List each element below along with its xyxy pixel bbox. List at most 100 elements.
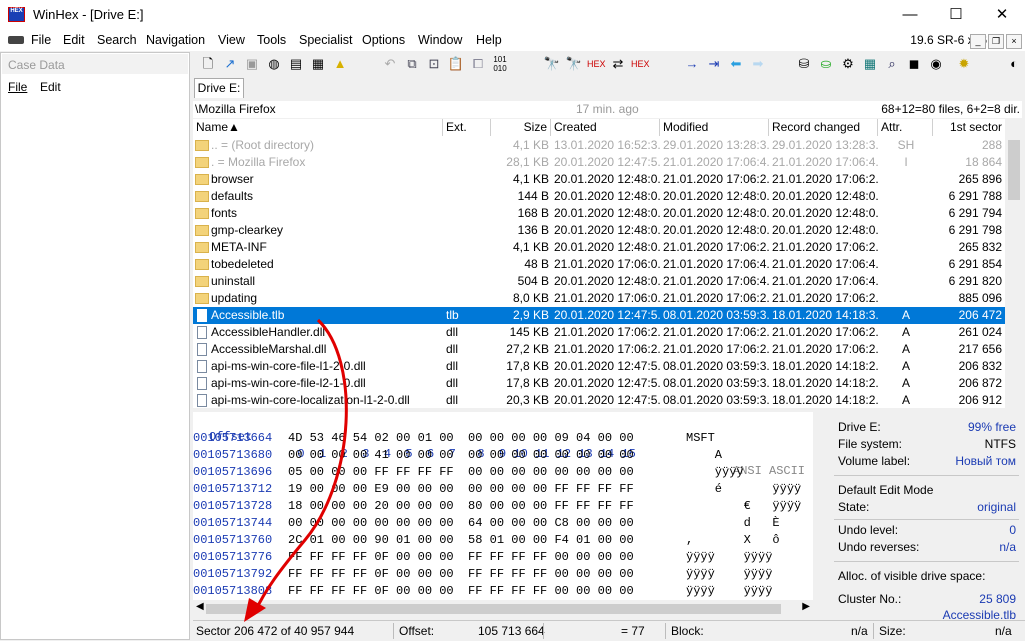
mdi-restore-button[interactable]: ❐ bbox=[988, 34, 1004, 49]
hex-ansi[interactable]: ÿÿÿÿ ÿÿÿÿ bbox=[686, 583, 772, 600]
file-row[interactable]: updating 8,0 KB 21.01.2020 17:06:0... 21.01… bbox=[193, 290, 1005, 307]
col-name[interactable]: Name▲ bbox=[193, 119, 443, 136]
paste-special-icon[interactable]: ⧠ bbox=[469, 55, 487, 73]
file-row[interactable]: api-ms-win-core-localization-l1-2-0.dll d… bbox=[193, 392, 1005, 408]
menu-edit[interactable]: Edit bbox=[63, 33, 85, 47]
scroll-left-icon[interactable]: ◀ bbox=[196, 601, 204, 612]
close-button[interactable]: ✕ bbox=[979, 0, 1025, 30]
file-row[interactable]: api-ms-win-core-file-l2-1-0.dll dll 17,8 K… bbox=[193, 375, 1005, 392]
hex-bytes[interactable]: 4D 53 46 54 02 00 01 00 00 00 00 00 09 0… bbox=[288, 430, 634, 447]
menu-navigation[interactable]: Navigation bbox=[146, 33, 205, 47]
hex-vertical-scrollbar[interactable] bbox=[814, 412, 828, 600]
copy-icon[interactable]: ⧉ bbox=[403, 55, 421, 73]
hex-ansi[interactable]: ÿÿÿÿ ÿÿÿÿ bbox=[686, 566, 772, 583]
mdi-close-button[interactable]: × bbox=[1006, 34, 1022, 49]
file-row[interactable]: defaults 144 B 20.01.2020 12:48:0... 20.01.… bbox=[193, 188, 1005, 205]
replace-hex-2-icon[interactable]: HEX bbox=[631, 55, 650, 73]
calculator-icon[interactable]: ▦ bbox=[861, 55, 879, 73]
save-icon[interactable]: ▣ bbox=[243, 55, 261, 73]
col-size[interactable]: Size bbox=[491, 119, 551, 136]
file-list-scroll-thumb[interactable] bbox=[1008, 140, 1020, 200]
file-row[interactable]: META-INF 4,1 KB 20.01.2020 12:48:0... 21.01… bbox=[193, 239, 1005, 256]
search-disk-icon[interactable]: ⌕ bbox=[883, 55, 901, 73]
file-row[interactable]: .. = (Root directory) 4,1 KB 13.01.2020 16… bbox=[193, 137, 1005, 154]
case-menu-edit[interactable]: Edit bbox=[40, 80, 61, 94]
binary-icon[interactable]: 101 010 bbox=[491, 55, 509, 73]
col-record-changed[interactable]: Record changed bbox=[769, 119, 878, 136]
settings-icon[interactable]: ◉ bbox=[927, 55, 945, 73]
mdi-minimize-button[interactable]: _ bbox=[970, 34, 986, 49]
file-row[interactable]: uninstall 504 B 20.01.2020 12:48:0... 21.01… bbox=[193, 273, 1005, 290]
undo-icon[interactable]: ↶ bbox=[381, 55, 399, 73]
hex-ansi[interactable]: ÿÿÿÿ ÿÿÿÿ bbox=[686, 549, 772, 566]
file-row[interactable]: fonts 168 B 20.01.2020 12:48:0... 20.01.202… bbox=[193, 205, 1005, 222]
hex-bytes[interactable]: FF FF FF FF 0F 00 00 00 FF FF FF FF 00 0… bbox=[288, 583, 634, 600]
menu-help[interactable]: Help bbox=[476, 33, 502, 47]
scroll-right-icon[interactable]: ▶ bbox=[802, 601, 810, 612]
status-block-value[interactable]: n/a bbox=[851, 624, 868, 638]
hex-ansi[interactable]: d È bbox=[686, 515, 780, 532]
goto-sector-icon[interactable]: ⇥ bbox=[705, 55, 723, 73]
file-row[interactable]: AccessibleMarshal.dll dll 27,2 KB 21.01.202… bbox=[193, 341, 1005, 358]
hex-bytes[interactable]: 05 00 00 00 FF FF FF FF 00 00 00 00 00 0… bbox=[288, 464, 634, 481]
hex-ansi[interactable]: é ÿÿÿÿ bbox=[686, 481, 801, 498]
open-icon[interactable]: ↗ bbox=[221, 55, 239, 73]
new-file-icon[interactable]: 🗋 bbox=[199, 55, 217, 73]
hex-bytes[interactable]: 2C 01 00 00 90 01 00 00 58 01 00 00 F4 0… bbox=[288, 532, 634, 549]
export-icon[interactable]: ▲ bbox=[331, 55, 349, 73]
file-row[interactable]: AccessibleHandler.dll dll 145 KB 21.01.2020… bbox=[193, 324, 1005, 341]
disk-icon[interactable]: ⛁ bbox=[795, 55, 813, 73]
file-row[interactable]: api-ms-win-core-file-l1-2-0.dll dll 17,8 K… bbox=[193, 358, 1005, 375]
find-icon[interactable]: 🔭 bbox=[543, 55, 561, 73]
hex-ansi[interactable]: MSFT bbox=[686, 430, 715, 447]
minimize-button[interactable]: — bbox=[887, 0, 933, 30]
gear-icon[interactable]: ✹ bbox=[955, 55, 973, 73]
maximize-button[interactable]: ☐ bbox=[933, 0, 979, 30]
help-icon[interactable]: ◐ bbox=[1005, 55, 1023, 73]
menu-window[interactable]: Window bbox=[418, 33, 462, 47]
file-row[interactable]: Accessible.tlb tlb 2,9 KB 20.01.2020 12:47:… bbox=[193, 307, 1005, 324]
open-disk-icon[interactable]: ⛀ bbox=[817, 55, 835, 73]
print-icon[interactable]: ▤ bbox=[287, 55, 305, 73]
col-first-sector[interactable]: 1st sector bbox=[933, 119, 1005, 136]
replace-icon[interactable]: ⇄ bbox=[609, 55, 627, 73]
hex-ansi[interactable]: , X ô bbox=[686, 532, 780, 549]
hex-bytes[interactable]: 19 00 00 00 E9 00 00 00 00 00 00 00 FF F… bbox=[288, 481, 634, 498]
camera-icon[interactable]: ◼ bbox=[905, 55, 923, 73]
status-byte-value[interactable]: = 77 bbox=[621, 624, 645, 638]
case-menu-file[interactable]: File bbox=[8, 80, 27, 94]
menu-search[interactable]: Search bbox=[97, 33, 137, 47]
hex-ansi[interactable]: A bbox=[686, 447, 722, 464]
menu-specialist[interactable]: Specialist bbox=[299, 33, 353, 47]
save-all-icon[interactable]: ◍ bbox=[265, 55, 283, 73]
hex-ansi[interactable]: ÿÿÿÿ bbox=[686, 464, 744, 481]
goto-offset-icon[interactable]: → bbox=[683, 55, 701, 73]
menu-options[interactable]: Options bbox=[362, 33, 405, 47]
file-row[interactable]: browser 4,1 KB 20.01.2020 12:48:0... 21.01.… bbox=[193, 171, 1005, 188]
properties-icon[interactable]: ▦ bbox=[309, 55, 327, 73]
col-ext[interactable]: Ext. bbox=[443, 119, 491, 136]
menu-view[interactable]: View bbox=[218, 33, 245, 47]
menu-file[interactable]: File bbox=[31, 33, 51, 47]
file-row[interactable]: . = Mozilla Firefox 28,1 KB 20.01.2020 12:… bbox=[193, 154, 1005, 171]
hex-bytes[interactable]: FF FF FF FF 0F 00 00 00 FF FF FF FF 00 0… bbox=[288, 549, 634, 566]
back-icon[interactable]: ⬅ bbox=[727, 55, 745, 73]
tab-drive-e[interactable]: Drive E: bbox=[194, 78, 244, 98]
hex-bytes[interactable]: 00 00 00 00 41 00 00 00 00 00 00 00 00 0… bbox=[288, 447, 634, 464]
hex-bytes[interactable]: 00 00 00 00 00 00 00 00 64 00 00 00 C8 0… bbox=[288, 515, 634, 532]
col-created[interactable]: Created bbox=[551, 119, 660, 136]
drive-menu-icon[interactable] bbox=[8, 36, 24, 44]
menu-tools[interactable]: Tools bbox=[257, 33, 286, 47]
col-modified[interactable]: Modified bbox=[660, 119, 769, 136]
find-hex-icon[interactable]: 🔭 bbox=[565, 55, 583, 73]
paste-icon[interactable]: 📋 bbox=[447, 55, 465, 73]
cut-icon[interactable]: ⊡ bbox=[425, 55, 443, 73]
file-row[interactable]: gmp-clearkey 136 B 20.01.2020 12:48:0... 20… bbox=[193, 222, 1005, 239]
disk-tools-icon[interactable]: ⚙ bbox=[839, 55, 857, 73]
replace-hex-icon[interactable]: HEX bbox=[587, 55, 606, 73]
status-offset-value[interactable]: 105 713 664 bbox=[478, 624, 545, 638]
hex-bytes[interactable]: 18 00 00 00 20 00 00 00 80 00 00 00 FF F… bbox=[288, 498, 634, 515]
col-attr[interactable]: Attr. bbox=[878, 119, 933, 136]
status-sector[interactable]: Sector 206 472 of 40 957 944 bbox=[196, 624, 354, 638]
hex-bytes[interactable]: FF FF FF FF 0F 00 00 00 FF FF FF FF 00 0… bbox=[288, 566, 634, 583]
